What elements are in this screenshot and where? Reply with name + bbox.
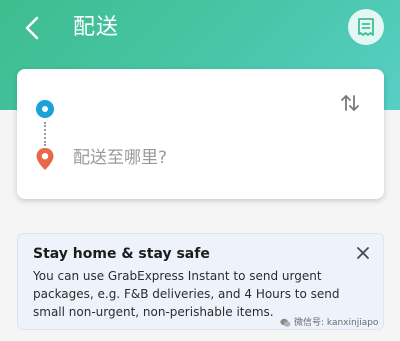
watermark-text: 微信号: kanxinjiapo — [294, 318, 379, 328]
route-card: 配送至哪里? — [17, 69, 384, 199]
banner-line: packages, e.g. F&B deliveries, and 4 Hou… — [33, 287, 340, 301]
history-button[interactable] — [348, 9, 384, 45]
banner-title: Stay home & stay safe — [33, 246, 210, 262]
chevron-left-icon[interactable] — [22, 14, 44, 42]
location-pin-icon — [36, 148, 54, 170]
destination-input[interactable]: 配送至哪里? — [73, 145, 333, 171]
swap-vertical-icon[interactable] — [339, 92, 361, 114]
banner-message: You can use GrabExpress Instant to send … — [33, 267, 343, 321]
pickup-input[interactable] — [73, 97, 333, 123]
watermark: 微信号: kanxinjiapo — [280, 317, 378, 329]
banner-line: You can use GrabExpress Instant to send … — [33, 269, 322, 283]
safety-banner: Stay home & stay safe You can use GrabEx… — [17, 233, 384, 330]
page-title: 配送 — [73, 15, 120, 40]
receipt-icon — [358, 18, 374, 36]
wechat-icon — [280, 318, 291, 327]
close-icon[interactable] — [355, 245, 371, 261]
pickup-marker-icon — [36, 100, 54, 118]
route-connector — [44, 122, 46, 146]
